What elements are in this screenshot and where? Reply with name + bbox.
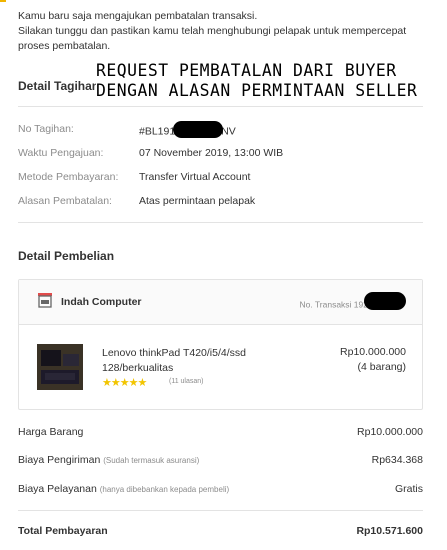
cancellation-reason-value: Atas permintaan pelapak (139, 195, 256, 207)
laptop-image (37, 344, 83, 390)
divider (18, 106, 423, 107)
invoice-number-row: No Tagihan: #BL191 NV (18, 121, 423, 140)
payment-method-value: Transfer Virtual Account (139, 171, 251, 183)
shipping-fee-label: Biaya Pengiriman (18, 454, 101, 466)
shipping-fee-label-group: Biaya Pengiriman (Sudah termasuk asurans… (18, 454, 199, 466)
shop-header: Indah Computer No. Transaksi 192 (19, 280, 422, 325)
product-name[interactable]: Lenovo thinkPad T420/i5/4/ssd 128/berkua… (102, 346, 262, 376)
payment-method-label: Metode Pembayaran: (18, 171, 119, 183)
redaction-mark (364, 292, 406, 310)
service-fee-label: Biaya Pelayanan (18, 483, 97, 495)
invoice-number-value[interactable]: #BL191 NV (139, 121, 236, 140)
item-price-label: Harga Barang (18, 426, 84, 438)
divider (18, 510, 423, 511)
shipping-fee-note: (Sudah termasuk asuransi) (103, 456, 200, 465)
rating-stars-icon: ★★★★★ (102, 377, 147, 389)
order-card: Indah Computer No. Transaksi 192 Lenovo … (18, 279, 423, 410)
notice-line-2: Silakan tunggu dan pastikan kamu telah m… (18, 25, 407, 52)
transaction-number-label: No. Transaksi 192 (299, 299, 368, 310)
shop-name[interactable]: Indah Computer (61, 296, 142, 308)
notice-accent-bar (0, 0, 6, 2)
shipping-fee-row: Biaya Pengiriman (Sudah termasuk asurans… (18, 454, 423, 468)
cancellation-reason-row: Alasan Pembatalan: Atas permintaan pelap… (18, 195, 423, 209)
bill-section-title: Detail Tagihan (18, 79, 100, 93)
transaction-number: No. Transaksi 192 (299, 292, 406, 314)
invoice-number-prefix: #BL191 (139, 125, 176, 138)
notice-line-1: Kamu baru saja mengajukan pembatalan tra… (18, 10, 258, 22)
total-payment-label: Total Pembayaran (18, 525, 108, 537)
redaction-mark (173, 121, 224, 138)
annotation-line-2: DENGAN ALASAN PERMINTAAN SELLER (96, 81, 418, 100)
store-icon (38, 293, 52, 308)
invoice-number-suffix: NV (221, 125, 236, 138)
item-price-row: Harga Barang Rp10.000.000 (18, 426, 423, 440)
service-fee-note: (hanya dibebankan kepada pembeli) (99, 485, 230, 494)
service-fee-row: Biaya Pelayanan (hanya dibebankan kepada… (18, 483, 423, 497)
divider (18, 222, 423, 223)
submission-time-label: Waktu Pengajuan: (18, 147, 104, 159)
purchase-section-title: Detail Pembelian (18, 249, 115, 263)
invoice-number-label: No Tagihan: (18, 123, 74, 135)
cancellation-reason-label: Alasan Pembatalan: (18, 195, 112, 207)
item-price-value: Rp10.000.000 (357, 426, 423, 438)
product-thumbnail[interactable] (37, 344, 83, 390)
submission-time-row: Waktu Pengajuan: 07 November 2019, 13:00… (18, 147, 423, 161)
service-fee-value: Gratis (394, 483, 423, 495)
review-count[interactable]: (11 ulasan) (169, 378, 204, 385)
product-quantity: (4 barang) (357, 361, 406, 373)
submission-time-value: 07 November 2019, 13:00 WIB (139, 147, 284, 159)
payment-method-row: Metode Pembayaran: Transfer Virtual Acco… (18, 171, 423, 185)
total-payment-row: Total Pembayaran Rp10.571.600 (18, 525, 423, 539)
annotation-overlay: REQUEST PEMBATALAN DARI BUYER DENGAN ALA… (96, 61, 418, 101)
service-fee-label-group: Biaya Pelayanan (hanya dibebankan kepada… (18, 483, 229, 495)
cancellation-notice: Kamu baru saja mengajukan pembatalan tra… (18, 9, 438, 54)
total-payment-value: Rp10.571.600 (356, 525, 423, 537)
shipping-fee-value: Rp634.368 (371, 454, 423, 466)
product-price: Rp10.000.000 (340, 346, 406, 358)
annotation-line-1: REQUEST PEMBATALAN DARI BUYER (96, 61, 397, 80)
